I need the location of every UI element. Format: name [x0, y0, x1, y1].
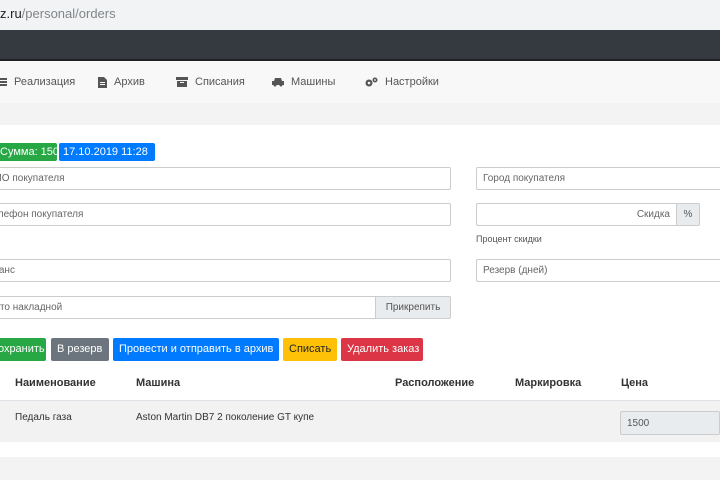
nav-label-archive: Архив — [114, 76, 145, 88]
nav-item-cars[interactable]: Машины — [272, 76, 335, 88]
header-marking: Маркировка — [515, 377, 582, 389]
attach-button[interactable]: Прикрепить — [375, 296, 451, 319]
header-price: Цена — [621, 377, 649, 389]
buyer-phone-input[interactable] — [0, 204, 450, 225]
nav-item-writeoffs[interactable]: Списания — [176, 76, 245, 88]
write-off-button[interactable]: Списать — [283, 338, 337, 361]
row-item-name: Педаль газа — [15, 412, 72, 423]
table-row — [0, 400, 720, 442]
nav-item-realization[interactable]: Реализация — [0, 76, 75, 88]
url-path: /personal/orders — [21, 6, 116, 21]
browser-address-bar[interactable]: z.ru/personal/orders — [0, 0, 720, 30]
header-location: Расположение — [395, 377, 475, 389]
document-icon — [98, 76, 107, 88]
header-name: Наименование — [15, 377, 96, 389]
nav-item-settings[interactable]: Настройки — [365, 76, 439, 88]
main-nav: Реализация Архив Списания Машины Настрой… — [0, 61, 720, 103]
row-price-input[interactable] — [621, 412, 719, 434]
buyer-name-input[interactable] — [0, 168, 450, 189]
nav-label-cars: Машины — [291, 76, 336, 88]
invoice-photo-field[interactable] — [0, 296, 376, 319]
top-navbar — [0, 30, 720, 61]
url-text[interactable]: z.ru/personal/orders — [0, 6, 116, 21]
list-icon — [0, 78, 7, 86]
reserve-days-field[interactable] — [476, 259, 720, 282]
reserve-button[interactable]: В резерв — [51, 338, 109, 361]
advance-field[interactable] — [0, 259, 451, 282]
discount-percent-addon: % — [676, 203, 700, 226]
buyer-city-field[interactable] — [476, 167, 720, 190]
car-icon — [272, 78, 284, 87]
delete-order-button[interactable]: Удалить заказ — [341, 338, 423, 361]
discount-hint: Процент скидки — [476, 234, 542, 244]
discount-input[interactable] — [477, 204, 676, 225]
save-button[interactable]: Сохранить — [0, 338, 46, 361]
header-car: Машина — [136, 377, 181, 389]
archive-box-icon — [176, 77, 188, 87]
order-sum-badge: Сумма: 1500 — [0, 143, 57, 161]
row-car: Aston Martin DB7 2 поколение GT купе — [136, 412, 315, 423]
url-host: z.ru — [0, 6, 22, 21]
nav-label-realization: Реализация — [14, 76, 76, 88]
nav-item-archive[interactable]: Архив — [98, 76, 145, 88]
reserve-days-input[interactable] — [477, 260, 720, 281]
row-price-field[interactable] — [620, 411, 720, 435]
buyer-name-field[interactable] — [0, 167, 451, 190]
invoice-photo-input[interactable] — [0, 297, 375, 318]
buyer-phone-field[interactable] — [0, 203, 451, 226]
gears-icon — [365, 77, 378, 86]
archive-button[interactable]: Провести и отправить в архив — [113, 338, 279, 361]
order-date-badge: 17.10.2019 11:28 — [59, 143, 155, 161]
discount-field[interactable] — [476, 203, 677, 226]
buyer-city-input[interactable] — [477, 168, 720, 189]
nav-label-writeoffs: Списания — [195, 76, 245, 88]
nav-label-settings: Настройки — [385, 76, 439, 88]
advance-input[interactable] — [0, 260, 450, 281]
